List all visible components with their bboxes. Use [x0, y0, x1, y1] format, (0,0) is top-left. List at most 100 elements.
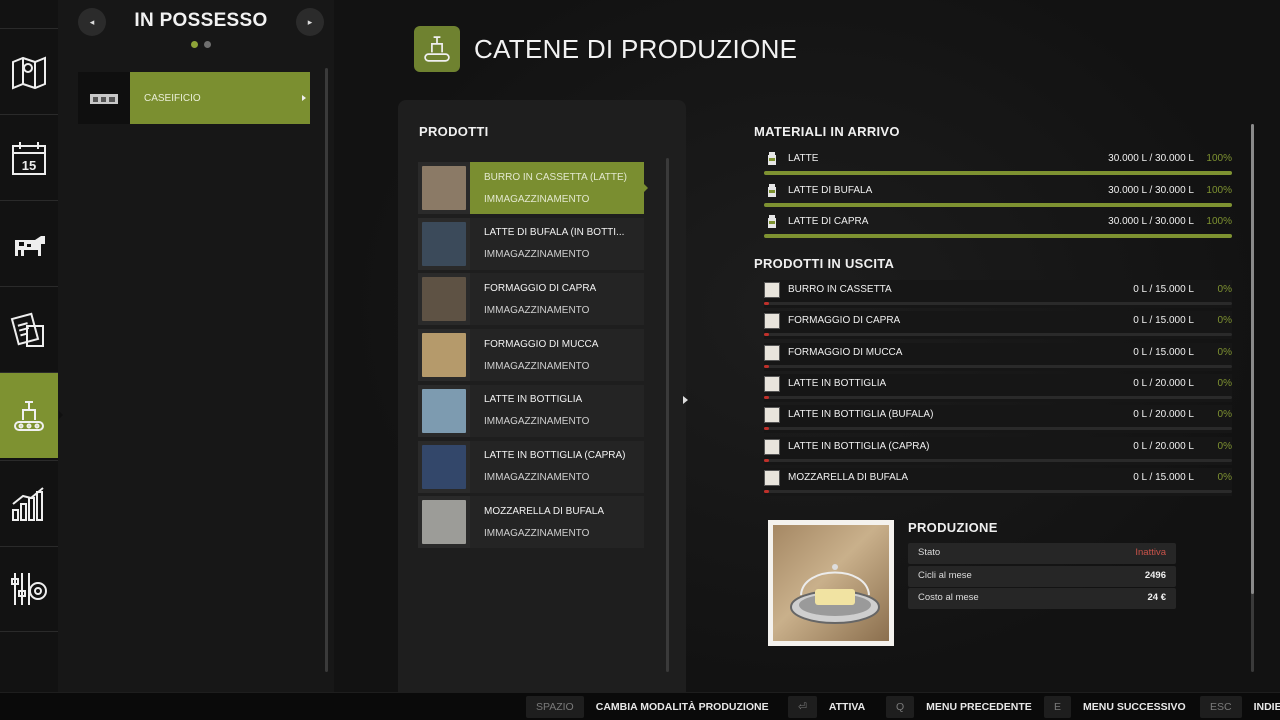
- incoming-material-row[interactable]: LATTE DI BUFALA 30.000 L / 30.000 L 100%: [764, 180, 1232, 210]
- product-icon: [764, 469, 780, 486]
- output-percent: 0%: [1217, 315, 1232, 327]
- key-q: Q: [886, 696, 915, 718]
- cow-icon: [15, 235, 45, 256]
- page-dot-active: [191, 41, 198, 48]
- output-name: FORMAGGIO DI CAPRA: [788, 315, 901, 327]
- rail-item-map[interactable]: [0, 28, 58, 114]
- key-e: E: [1044, 696, 1072, 718]
- product-icon: [764, 313, 780, 330]
- milk-can-icon: [768, 215, 776, 228]
- output-percent: 0%: [1217, 440, 1232, 452]
- material-fill-bar: [764, 171, 1232, 175]
- product-row[interactable]: BURRO IN CASSETTA (LATTE) IMMAGAZZINAMENT…: [418, 162, 644, 214]
- hint-prev-menu[interactable]: Q MENU PRECEDENTE: [886, 693, 1032, 720]
- details-scroll-thumb[interactable]: [1251, 124, 1254, 594]
- product-mode: IMMAGAZZINAMENTO: [484, 193, 590, 205]
- input-hints-bar: SPAZIO CAMBIA MODALITÀ PRODUZIONE ⏎ ATTI…: [0, 692, 1280, 720]
- output-product-row[interactable]: LATTE IN BOTTIGLIA (BUFALA) 0 L / 20.000 …: [764, 405, 1232, 434]
- product-image: [768, 520, 894, 646]
- material-fill-bar: [764, 202, 1232, 207]
- owned-scrollbar[interactable]: [325, 68, 328, 672]
- material-percent: 100%: [1206, 153, 1232, 164]
- rail-item-animals[interactable]: [0, 200, 58, 286]
- product-name: MOZZARELLA DI BUFALA: [484, 505, 605, 517]
- incoming-material-row[interactable]: LATTE 30.000 L / 30.000 L 100%: [764, 148, 1232, 178]
- product-icon: [764, 407, 780, 424]
- output-fill-bar: [764, 364, 1232, 368]
- output-percent: 0%: [1217, 409, 1232, 421]
- page-indicator: [191, 41, 211, 48]
- stat-value: 24 €: [1147, 592, 1167, 603]
- stats-icon: [12, 486, 44, 521]
- stat-label: Costo al mese: [918, 592, 979, 603]
- output-fill-bar: [764, 333, 1232, 337]
- output-name: MOZZARELLA DI BUFALA: [788, 471, 909, 483]
- product-row[interactable]: LATTE IN BOTTIGLIA IMMAGAZZINAMENTO: [418, 384, 644, 437]
- product-photo: [422, 500, 466, 545]
- products-scrollbar[interactable]: [666, 158, 669, 672]
- material-percent: 100%: [1206, 216, 1232, 227]
- hint-label: ATTIVA: [828, 701, 866, 713]
- material-amount: 30.000 L / 30.000 L: [1108, 184, 1194, 196]
- product-name: FORMAGGIO DI CAPRA: [484, 282, 597, 294]
- rail-item-calendar[interactable]: 15: [0, 114, 58, 200]
- product-thumbnail: [418, 384, 470, 437]
- output-name: LATTE IN BOTTIGLIA (CAPRA): [788, 440, 930, 452]
- production-stat-row: Cicli al mese 2496: [908, 565, 1176, 587]
- output-product-row[interactable]: FORMAGGIO DI CAPRA 0 L / 15.000 L 0%: [764, 311, 1232, 340]
- main-content: CATENE DI PRODUZIONE PRODOTTI BURRO IN C…: [334, 0, 1280, 692]
- production-stat-row: Costo al mese 24 €: [908, 588, 1176, 609]
- product-photo: [422, 277, 466, 322]
- output-product-row[interactable]: FORMAGGIO DI MUCCA 0 L / 15.000 L 0%: [764, 342, 1232, 371]
- details-scrollbar[interactable]: [1251, 124, 1254, 672]
- rail-item-settings[interactable]: [0, 546, 58, 632]
- output-percent: 0%: [1217, 471, 1232, 483]
- product-name: LATTE IN BOTTIGLIA (CAPRA): [484, 450, 626, 461]
- output-amount: 0 L / 15.000 L: [1133, 284, 1194, 295]
- product-icon: [764, 282, 780, 298]
- hint-next-menu[interactable]: E MENU SUCCESSIVO: [1044, 693, 1186, 720]
- product-row[interactable]: FORMAGGIO DI CAPRA IMMAGAZZINAMENTO: [418, 273, 644, 326]
- incoming-title: MATERIALI IN ARRIVO: [754, 124, 900, 139]
- output-product-row[interactable]: BURRO IN CASSETTA 0 L / 15.000 L 0%: [764, 280, 1232, 308]
- product-photo: [422, 444, 466, 489]
- next-page-button[interactable]: ▸: [296, 8, 324, 36]
- prev-page-button[interactable]: ◂: [78, 8, 106, 36]
- output-name: BURRO IN CASSETTA: [788, 284, 892, 295]
- material-percent: 100%: [1206, 184, 1232, 196]
- product-thumbnail: [418, 329, 470, 382]
- material-name: LATTE: [788, 153, 819, 164]
- chain-arrow-icon: [683, 396, 688, 404]
- map-icon: [12, 56, 46, 89]
- product-photo: [422, 166, 466, 210]
- rail-item-production[interactable]: [0, 372, 64, 458]
- product-mode: IMMAGAZZINAMENTO: [484, 360, 590, 372]
- rail-item-contracts[interactable]: [0, 286, 58, 372]
- product-name: FORMAGGIO DI MUCCA: [484, 338, 599, 350]
- product-row[interactable]: LATTE DI BUFALA (IN BOTTI... IMMAGAZZINAM…: [418, 217, 644, 270]
- product-mode: IMMAGAZZINAMENTO: [484, 304, 590, 316]
- production-header-icon: [414, 26, 460, 72]
- owned-item-caseificio[interactable]: CASEIFICIO: [78, 72, 310, 124]
- products-panel: PRODOTTI BURRO IN CASSETTA (LATTE) IMMAGA…: [398, 100, 686, 692]
- output-name: LATTE IN BOTTIGLIA (BUFALA): [788, 409, 934, 421]
- output-fill-bar: [764, 302, 1232, 305]
- stat-value: 2496: [1144, 569, 1166, 581]
- product-thumbnail: [418, 162, 470, 214]
- product-photo: [422, 388, 466, 433]
- material-fill-bar: [764, 234, 1232, 238]
- rail-item-statistics[interactable]: [0, 460, 58, 546]
- hint-toggle-mode[interactable]: SPAZIO CAMBIA MODALITÀ PRODUZIONE: [526, 693, 769, 720]
- arrow-left-icon: ◂: [89, 16, 95, 27]
- output-amount: 0 L / 15.000 L: [1133, 315, 1194, 327]
- output-product-row[interactable]: LATTE IN BOTTIGLIA 0 L / 20.000 L 0%: [764, 373, 1232, 402]
- hint-back[interactable]: ESC INDIETRO: [1200, 693, 1280, 720]
- product-row[interactable]: FORMAGGIO DI MUCCA IMMAGAZZINAMENTO: [418, 329, 644, 382]
- incoming-material-row[interactable]: LATTE DI CAPRA 30.000 L / 30.000 L 100%: [764, 211, 1232, 241]
- output-product-row[interactable]: MOZZARELLA DI BUFALA 0 L / 15.000 L 0%: [764, 467, 1232, 496]
- output-product-row[interactable]: LATTE IN BOTTIGLIA (CAPRA) 0 L / 20.000 L…: [764, 436, 1232, 465]
- product-photo: [422, 333, 466, 378]
- product-row[interactable]: MOZZARELLA DI BUFALA IMMAGAZZINAMENTO: [418, 496, 644, 549]
- hint-activate[interactable]: ⏎ ATTIVA: [788, 693, 865, 720]
- product-row[interactable]: LATTE IN BOTTIGLIA (CAPRA) IMMAGAZZINAMEN…: [418, 440, 644, 493]
